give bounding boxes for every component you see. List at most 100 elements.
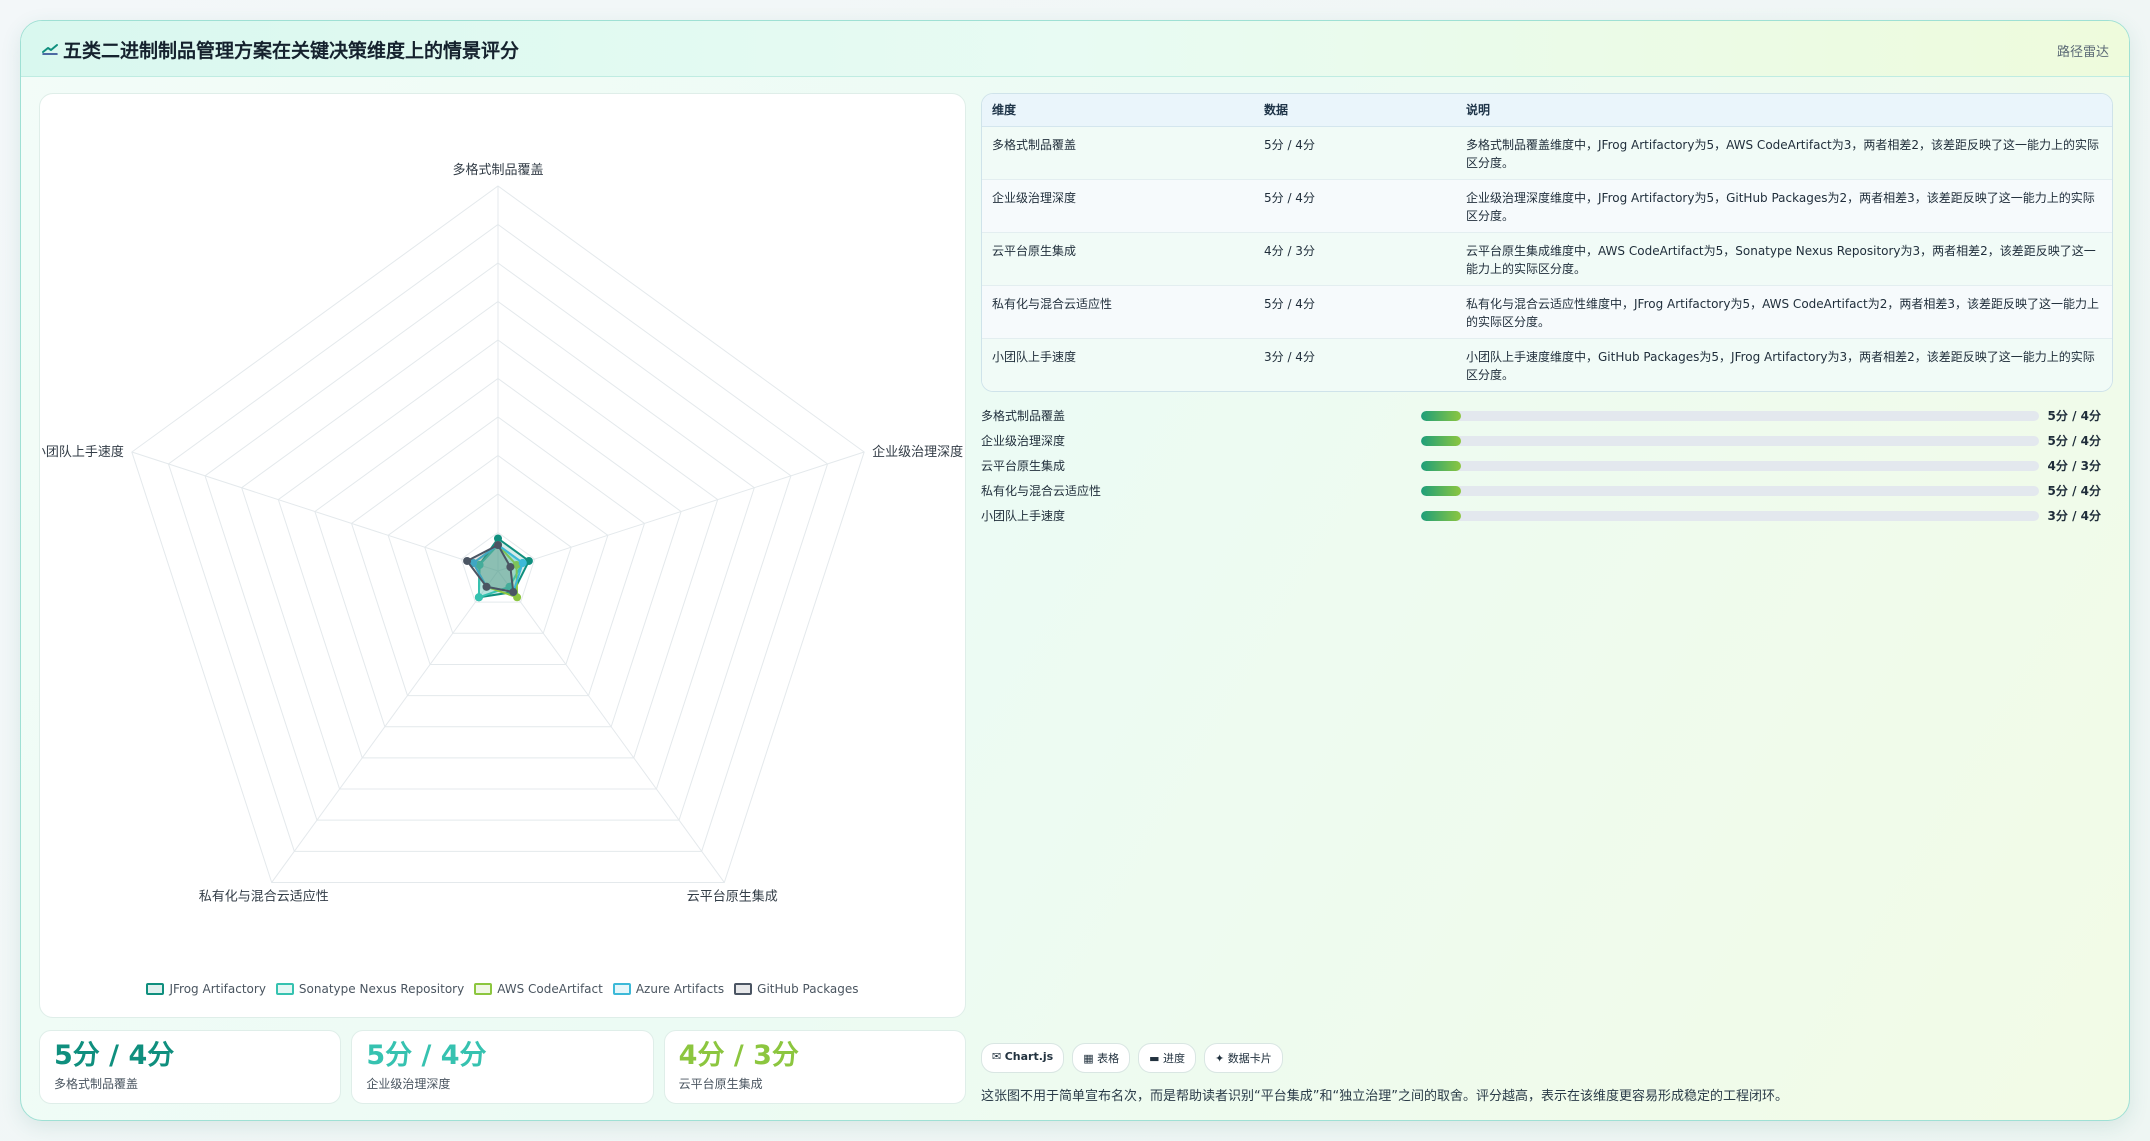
progress-fill	[1421, 461, 1462, 471]
legend-label: Azure Artifacts	[635, 982, 725, 996]
progress-row: 小团队上手速度 3分 / 4分	[981, 505, 2113, 530]
chip-icon: ▬	[1149, 1052, 1164, 1065]
chip-label: 表格	[1097, 1052, 1120, 1065]
radar-axis-label: 多格式制品覆盖	[452, 162, 543, 178]
progress-track	[1421, 511, 2039, 521]
table-row: 企业级治理深度 5分 / 4分 企业级治理深度维度中，JFrog Artifac…	[982, 179, 2112, 233]
progress-value: 4分 / 3分	[2047, 459, 2101, 473]
radar-series-point	[506, 562, 515, 571]
legend-swatch	[146, 983, 165, 995]
progress-fill	[1421, 411, 1462, 421]
radar-axis-label: 私有化与混合云适应性	[199, 888, 329, 904]
progress-fill	[1421, 486, 1462, 496]
stat-label: 云平台原生集成	[678, 1077, 763, 1091]
progress-value: 5分 / 4分	[2047, 434, 2101, 448]
table-cell-description: 多格式制品覆盖维度中，JFrog Artifactory为5，AWS CodeA…	[1456, 126, 2112, 180]
table-header-data: 数据	[1254, 94, 1456, 127]
radar-series-point	[518, 558, 527, 567]
table-cell-description: 云平台原生集成维度中，AWS CodeArtifact为5，Sonatype N…	[1456, 232, 2112, 286]
chip-icon: ▦	[1083, 1052, 1098, 1065]
radar-axis-label: 小团队上手速度	[40, 444, 124, 460]
legend-item[interactable]: AWS CodeArtifact	[474, 982, 603, 996]
progress-row: 云平台原生集成 4分 / 3分	[981, 455, 2113, 480]
chip-label: 进度	[1163, 1052, 1186, 1065]
legend-swatch	[275, 983, 294, 995]
view-chip[interactable]: ▦ 表格	[1072, 1043, 1131, 1073]
view-chip[interactable]: ✉ Chart.js	[981, 1043, 1065, 1073]
table-row: 多格式制品覆盖 5分 / 4分 多格式制品覆盖维度中，JFrog Artifac…	[982, 126, 2112, 180]
progress-row: 私有化与混合云适应性 5分 / 4分	[981, 480, 2113, 505]
header-tag: 路径雷达	[2056, 45, 2109, 60]
legend-label: GitHub Packages	[757, 982, 859, 996]
progress-row: 多格式制品覆盖 5分 / 4分	[981, 405, 2113, 430]
radar-series-point	[463, 556, 472, 565]
table-cell-dimension: 小团队上手速度	[982, 338, 1254, 391]
table-cell-description: 小团队上手速度维度中，GitHub Packages为5，JFrog Artif…	[1456, 338, 2112, 391]
legend-item[interactable]: Sonatype Nexus Repository	[275, 982, 465, 996]
table-header-row: 维度 数据 说明	[982, 94, 2112, 127]
legend-item[interactable]: GitHub Packages	[734, 982, 859, 996]
progress-label: 云平台原生集成	[981, 459, 1066, 473]
stat-label: 多格式制品覆盖	[54, 1077, 139, 1091]
radar-chart: 多格式制品覆盖企业级治理深度云平台原生集成 私有化与混合云适应性 小团队上手速度	[40, 162, 963, 904]
progress-track	[1421, 461, 2039, 471]
table-cell-description: 企业级治理深度维度中，JFrog Artifactory为5，GitHub Pa…	[1456, 179, 2112, 233]
legend-item[interactable]: Azure Artifacts	[612, 982, 725, 996]
progress-label: 小团队上手速度	[981, 509, 1066, 523]
stat-card: 5分 / 4分 企业级治理深度	[351, 1030, 654, 1104]
trend-line-icon	[42, 44, 58, 55]
chip-label: 数据卡片	[1227, 1052, 1272, 1065]
radar-series-point	[509, 588, 518, 597]
chip-label: Chart.js	[1004, 1050, 1054, 1063]
table-cell-dimension: 多格式制品覆盖	[982, 126, 1254, 180]
radar-series-point	[482, 582, 491, 591]
progress-track	[1421, 486, 2039, 496]
table-header-dimension: 维度	[982, 94, 1254, 127]
radar-series-point	[474, 593, 483, 602]
stat-value: 4分 / 3分	[678, 1040, 799, 1071]
progress-value: 5分 / 4分	[2047, 484, 2101, 498]
legend-label: JFrog Artifactory	[169, 982, 266, 996]
table-cell-data: 5分 / 4分	[1254, 126, 1456, 180]
legend-swatch	[474, 983, 493, 995]
stat-value: 5分 / 4分	[54, 1040, 175, 1071]
progress-row: 企业级治理深度 5分 / 4分	[981, 430, 2113, 455]
progress-track	[1421, 411, 2039, 421]
table-row: 小团队上手速度 3分 / 4分 小团队上手速度维度中，GitHub Packag…	[982, 338, 2112, 391]
data-table: 维度 数据 说明 多格式制品覆盖 5分 / 4分 多格式制品覆盖维度中，JFro…	[981, 93, 2113, 392]
progress-label: 多格式制品覆盖	[981, 409, 1066, 423]
table-cell-description: 私有化与混合云适应性维度中，JFrog Artifactory为5，AWS Co…	[1456, 285, 2112, 339]
page-title: 五类二进制制品管理方案在关键决策维度上的情景评分	[63, 40, 520, 62]
radar-axis-line	[497, 451, 865, 572]
radar-axis-label: 云平台原生集成	[687, 888, 778, 904]
table-cell-dimension: 私有化与混合云适应性	[982, 285, 1254, 339]
progress-fill	[1421, 511, 1462, 521]
table-cell-dimension: 企业级治理深度	[982, 179, 1254, 233]
table-cell-data: 5分 / 4分	[1254, 285, 1456, 339]
view-chip[interactable]: ✦ 数据卡片	[1204, 1043, 1283, 1073]
table-cell-dimension: 云平台原生集成	[982, 232, 1254, 286]
progress-label: 企业级治理深度	[981, 434, 1066, 448]
chip-icon: ✦	[1215, 1052, 1228, 1065]
stat-cards: 5分 / 4分 多格式制品覆盖 5分 / 4分 企业级治理深度 4分 / 3分 云平台原生…	[39, 1030, 966, 1104]
progress-label: 私有化与混合云适应性	[981, 484, 1102, 498]
stat-card: 4分 / 3分云平台原生集成	[663, 1030, 966, 1104]
progress-fill	[1421, 436, 1462, 446]
progress-list: 多格式制品覆盖 5分 / 4分 企业级治理深度 5分 / 4分 云平台原生集成 4分 / …	[981, 405, 2113, 530]
progress-value: 5分 / 4分	[2047, 409, 2101, 423]
table-row: 云平台原生集成 4分 / 3分 云平台原生集成维度中，AWS CodeArtif…	[982, 232, 2112, 286]
table-header-description: 说明	[1456, 94, 2112, 127]
stat-card: 5分 / 4分多格式制品覆盖	[39, 1030, 342, 1104]
dashboard-card: 五类二进制制品管理方案在关键决策维度上的情景评分 路径雷达 多格式制品覆盖 企业级…	[20, 20, 2130, 1121]
table-cell-data: 4分 / 3分	[1254, 232, 1456, 286]
radar-axis-label: 企业级治理深度	[872, 444, 963, 460]
radar-series-point	[494, 541, 502, 549]
footer-note: 这张图不用于简单宣布名次，而是帮助读者识别“平台集成”和“独立治理”之间的取舍。…	[981, 1089, 1788, 1104]
legend-label: Sonatype Nexus Repository	[298, 982, 465, 996]
legend-item[interactable]: JFrog Artifactory	[146, 982, 266, 996]
legend-swatch	[612, 983, 631, 995]
view-chip[interactable]: ▬ 进度	[1138, 1043, 1197, 1073]
header-bar: 五类二进制制品管理方案在关键决策维度上的情景评分 路径雷达	[21, 21, 2129, 77]
table-cell-data: 3分 / 4分	[1254, 338, 1456, 391]
radar-chart-panel: 多格式制品覆盖企业级治理深度云平台原生集成 私有化与混合云适应性 小团队上手速度 J…	[39, 93, 966, 1018]
